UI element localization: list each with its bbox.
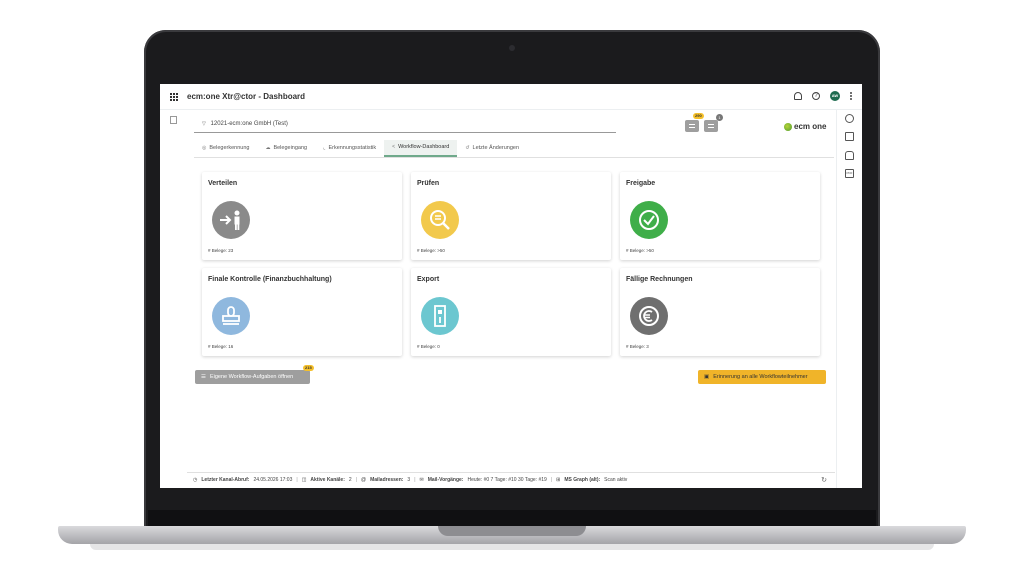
- brand-text: ecm one: [794, 122, 827, 131]
- button-label: Erinnerung an alle Workflowteilnehmer: [713, 374, 808, 380]
- export-icon: [421, 297, 459, 335]
- mandant-label: 12021-ecm:one GmbH (Test): [210, 121, 288, 127]
- windows-icon: ⊞: [556, 476, 561, 483]
- queue-badge: 290: [693, 113, 704, 119]
- status-value: 3: [407, 476, 411, 483]
- tab-label: Belegerkennung: [209, 145, 250, 151]
- bell-icon[interactable]: [794, 92, 802, 100]
- tab-bar: ◎ Belegerkennung ☁ Belegeingang ⌞ Erkenn…: [194, 140, 834, 158]
- gear-icon[interactable]: [845, 114, 854, 123]
- card-count: # Belege: >50: [417, 248, 445, 253]
- card-title: Fällige Rechnungen: [626, 276, 693, 283]
- share-icon: <: [392, 144, 396, 150]
- more-vert-icon[interactable]: [850, 92, 852, 100]
- check-circle-icon: ◎: [202, 145, 207, 151]
- open-own-tasks-button[interactable]: ☰ Eigene Workflow-Aufgaben öffnen: [195, 370, 310, 384]
- apps-grid-icon[interactable]: [170, 92, 178, 101]
- card-finale-kontrolle[interactable]: Finale Kontrolle (Finanzbuchhaltung) # B…: [202, 268, 402, 356]
- card-verteilen[interactable]: Verteilen # Belege: 23: [202, 172, 402, 260]
- list-icon: ☰: [201, 374, 206, 380]
- database-icon[interactable]: [845, 151, 854, 160]
- calendar-icon: ▣: [704, 374, 710, 380]
- stamp-icon: [212, 297, 250, 335]
- status-label: Mail-Vorgänge:: [427, 476, 464, 483]
- card-title: Verteilen: [208, 180, 238, 187]
- status-label: Mailadressen:: [370, 476, 404, 483]
- help-icon[interactable]: ?: [812, 92, 820, 100]
- right-rail: PDF: [836, 110, 862, 488]
- pdf-icon[interactable]: PDF: [845, 169, 854, 178]
- card-title: Export: [417, 276, 440, 283]
- app-screen: ecm:one Xtr@ctor - Dashboard ? AW PDF ▽ …: [160, 84, 862, 488]
- queue-grid-button[interactable]: [704, 120, 718, 132]
- mail-icon: ✉: [419, 476, 424, 483]
- own-tasks-badge: 215: [303, 365, 314, 371]
- card-export[interactable]: Export # Belege: 0: [411, 268, 611, 356]
- tab-letzte-aenderungen[interactable]: ↺ Letzte Änderungen: [457, 140, 527, 157]
- chart-icon: ⌞: [323, 145, 326, 151]
- euro-icon: [630, 297, 668, 335]
- top-actions: ? AW: [794, 91, 852, 101]
- laptop-notch: [438, 526, 586, 536]
- filter-icon: ▽: [202, 121, 206, 127]
- laptop-shadow: [90, 544, 934, 550]
- clock-icon: ◷: [193, 476, 198, 483]
- queue-badge: 1: [716, 114, 723, 121]
- refresh-icon[interactable]: ↻: [821, 476, 827, 484]
- cloud-icon: ☁: [265, 145, 271, 151]
- main-panel: ▽ 12021-ecm:one GmbH (Test) 290 1 ecm on…: [187, 110, 835, 488]
- tab-workflow-dashboard[interactable]: < Workflow-Dashboard: [384, 140, 458, 157]
- card-count: # Belege: 16: [208, 344, 234, 349]
- status-bar: ◷ Letzter Kanal-Abruf: 24.05.2026 17:03 …: [187, 472, 835, 486]
- left-rail: [160, 110, 186, 488]
- card-count: # Belege: 23: [208, 248, 234, 253]
- channel-icon: ◫: [301, 476, 307, 483]
- tab-label: Letzte Änderungen: [472, 145, 520, 151]
- tab-belegerkennung[interactable]: ◎ Belegerkennung: [194, 140, 257, 157]
- status-value: 24.05.2026 17:03: [253, 476, 293, 483]
- card-count: # Belege: 3: [626, 344, 649, 349]
- card-title: Prüfen: [417, 180, 440, 187]
- status-label: Aktive Kanäle:: [310, 476, 345, 483]
- status-value: Heute: #0 7 Tage: #10 30 Tage: #19: [467, 476, 547, 483]
- separator: |: [550, 476, 553, 483]
- status-label: Letzter Kanal-Abruf:: [201, 476, 250, 483]
- tab-erkennungsstatistik[interactable]: ⌞ Erkennungsstatistik: [315, 140, 384, 157]
- separator: |: [296, 476, 298, 483]
- tab-belegeingang[interactable]: ☁ Belegeingang: [257, 140, 315, 157]
- document-icon[interactable]: [170, 116, 177, 124]
- card-count: # Belege: >50: [626, 248, 654, 253]
- card-faellige-rechnungen[interactable]: Fällige Rechnungen # Belege: 3: [620, 268, 820, 356]
- network-icon[interactable]: [845, 132, 854, 141]
- laptop-mockup: ecm:one Xtr@ctor - Dashboard ? AW PDF ▽ …: [0, 0, 1024, 585]
- check-icon: [630, 201, 668, 239]
- status-value: Scan aktiv: [604, 476, 628, 483]
- app-title: ecm:one Xtr@ctor - Dashboard: [187, 92, 306, 101]
- status-label: MS Graph (alt):: [564, 476, 601, 483]
- remind-all-button[interactable]: ▣ Erinnerung an alle Workflowteilnehmer: [698, 370, 826, 384]
- button-label: Eigene Workflow-Aufgaben öffnen: [209, 374, 294, 380]
- tab-label: Workflow-Dashboard: [398, 144, 450, 150]
- card-title: Freigabe: [626, 180, 656, 187]
- separator: |: [414, 476, 416, 483]
- tab-label: Erkennungsstatistik: [328, 145, 377, 151]
- laptop-camera: [509, 45, 515, 51]
- search-document-icon: [421, 201, 459, 239]
- status-value: 2: [348, 476, 352, 483]
- card-freigabe[interactable]: Freigabe # Belege: >50: [620, 172, 820, 260]
- card-title: Finale Kontrolle (Finanzbuchhaltung): [208, 276, 332, 283]
- queue-list-button[interactable]: [685, 120, 699, 132]
- card-pruefen[interactable]: Prüfen # Belege: >50: [411, 172, 611, 260]
- person-arrow-icon: [212, 201, 250, 239]
- brand-logo-icon: [784, 122, 792, 131]
- separator: |: [355, 476, 357, 483]
- tab-label: Belegeingang: [273, 145, 308, 151]
- avatar[interactable]: AW: [830, 91, 840, 101]
- app-bar: ecm:one Xtr@ctor - Dashboard ? AW: [160, 84, 862, 110]
- mandant-select[interactable]: ▽ 12021-ecm:one GmbH (Test): [194, 119, 616, 133]
- history-icon: ↺: [465, 145, 470, 151]
- at-icon: @: [360, 476, 367, 483]
- brand-logo: ecm one: [784, 122, 826, 131]
- card-count: # Belege: 0: [417, 344, 440, 349]
